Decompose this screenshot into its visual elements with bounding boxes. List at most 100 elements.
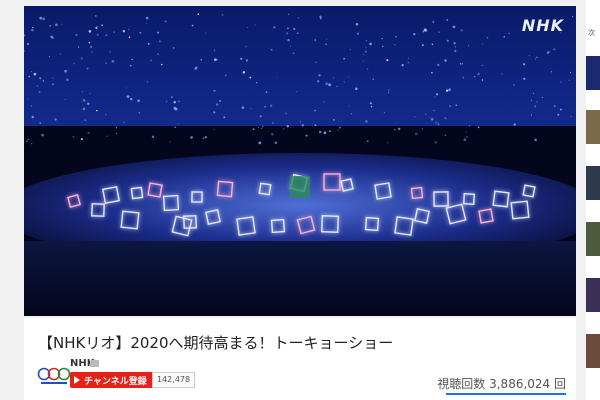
crowd-light — [398, 127, 401, 131]
crowd-light — [39, 77, 42, 80]
crowd-light — [387, 89, 390, 92]
crowd-light — [213, 111, 216, 114]
crowd-light — [287, 27, 289, 30]
crowd-light — [129, 97, 133, 101]
crowd-light — [245, 59, 248, 62]
crowd-light — [177, 123, 179, 125]
crowd-light — [219, 100, 222, 102]
crowd-light — [31, 28, 34, 32]
upper-stands — [24, 6, 576, 126]
crowd-light — [27, 98, 29, 100]
crowd-light — [51, 36, 54, 40]
crowd-light — [449, 104, 452, 108]
crowd-light — [460, 28, 464, 32]
crowd-light — [123, 121, 125, 124]
video-player[interactable]: NHK — [24, 6, 576, 316]
crowd-light — [64, 69, 67, 73]
crowd-light — [363, 53, 365, 55]
crowd-light — [553, 48, 556, 51]
crowd-light — [137, 99, 140, 103]
crowd-light — [434, 141, 438, 144]
video-title: 【NHKリオ】2020へ期待高まる！トーキョーショー — [38, 334, 394, 352]
crowd-light — [31, 115, 34, 119]
crowd-light — [90, 45, 93, 49]
crowd-light — [260, 127, 262, 129]
crowd-light — [293, 27, 296, 31]
crowd-light — [407, 57, 409, 59]
crowd-light — [105, 34, 108, 36]
crowd-light — [113, 31, 115, 33]
crowd-light — [82, 107, 86, 111]
channel-avatar[interactable] — [36, 362, 72, 390]
related-thumbnail[interactable] — [586, 222, 600, 256]
crowd-light — [261, 125, 264, 128]
crowd-light — [173, 100, 176, 104]
crowd-light — [468, 125, 470, 127]
crowd-light — [362, 60, 364, 62]
crowd-light — [325, 43, 327, 45]
crowd-light — [459, 63, 462, 65]
crowd-light — [325, 82, 329, 86]
crowd-light — [370, 105, 373, 108]
crowd-light — [72, 62, 75, 65]
crowd-light — [165, 100, 168, 103]
crowd-light — [26, 42, 30, 46]
crowd-light — [249, 76, 252, 79]
crowd-light — [214, 58, 217, 62]
crowd-light — [205, 32, 207, 34]
crowd-light — [297, 32, 299, 35]
crowd-light — [159, 40, 161, 43]
crowd-light — [315, 61, 317, 64]
crowd-light — [513, 84, 515, 86]
crowd-light — [414, 132, 418, 136]
crowd-light — [553, 105, 556, 108]
crowd-light — [431, 43, 434, 46]
crowd-light — [297, 16, 300, 19]
like-bar — [446, 393, 566, 395]
crowd-light — [42, 80, 45, 82]
related-thumbnail[interactable] — [586, 56, 600, 90]
crowd-light — [138, 111, 141, 114]
crowd-light — [365, 46, 367, 49]
related-thumbnail[interactable] — [586, 278, 600, 312]
crowd-light — [299, 121, 301, 123]
crowd-light — [445, 89, 449, 92]
crowd-light — [477, 126, 480, 129]
related-thumbnail[interactable] — [586, 110, 600, 144]
crowd-light — [372, 78, 374, 80]
crowd-light — [337, 129, 339, 131]
crowd-light — [240, 57, 243, 60]
crowd-light — [55, 23, 58, 27]
verified-badge-icon — [90, 360, 99, 367]
crowd-light — [438, 31, 440, 34]
up-next-heading: 次 — [588, 29, 595, 37]
crowd-light — [318, 130, 322, 134]
crowd-light — [474, 76, 476, 78]
crowd-light — [467, 45, 470, 47]
crowd-light — [157, 53, 159, 56]
crowd-light — [401, 64, 404, 67]
crowd-light — [174, 126, 177, 129]
crowd-light — [382, 45, 384, 48]
crowd-light — [318, 74, 321, 77]
crowd-light — [42, 17, 45, 21]
crowd-light — [97, 25, 99, 27]
related-thumbnail[interactable] — [586, 334, 600, 368]
crowd-light — [276, 76, 278, 78]
crowd-light — [348, 76, 350, 78]
crowd-light — [301, 124, 305, 127]
crowd-light — [534, 138, 537, 142]
crowd-light — [36, 85, 39, 87]
crowd-light — [27, 138, 30, 141]
subscribe-button[interactable]: チャンネル登録 — [70, 372, 153, 388]
crowd-light — [273, 26, 276, 29]
crowd-light — [431, 71, 433, 74]
crowd-light — [147, 43, 150, 45]
youtube-watch-page: NHK 【NHKリオ】2020へ期待高まる！トーキョーショー NHK チャンネル… — [0, 0, 600, 400]
related-thumbnail[interactable] — [586, 166, 600, 200]
crowd-light — [105, 114, 107, 116]
crowd-light — [454, 45, 457, 48]
crowd-light — [503, 35, 506, 38]
crowd-light — [535, 58, 537, 60]
crowd-light — [64, 99, 66, 101]
